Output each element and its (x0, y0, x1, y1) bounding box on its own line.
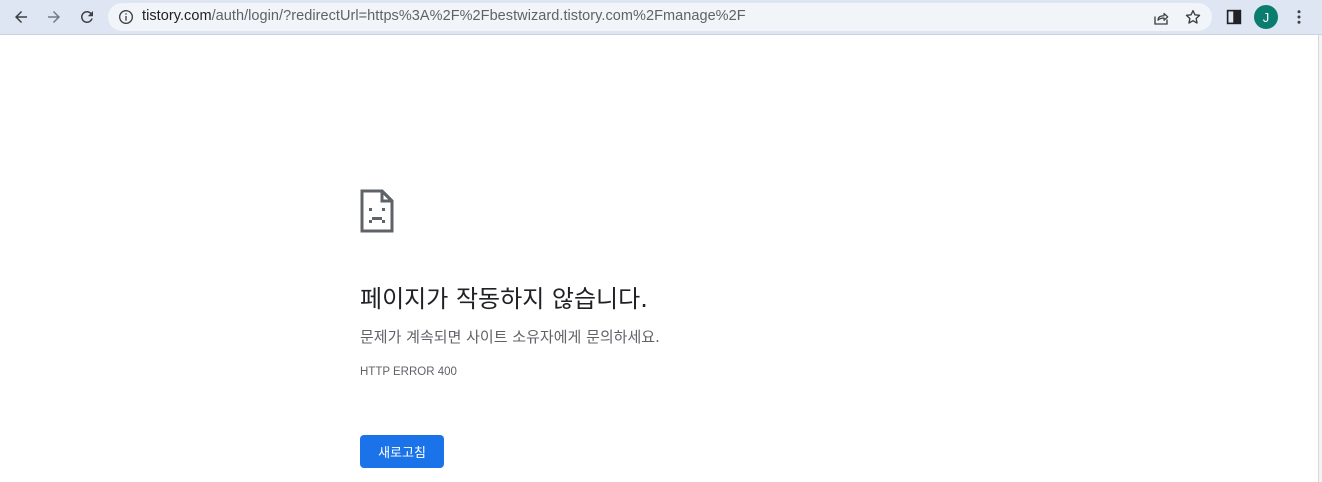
url-text[interactable]: tistory.com/auth/login/?redirectUrl=http… (142, 8, 746, 24)
url-host: tistory.com (142, 8, 212, 24)
error-title: 페이지가 작동하지 않습니다. (360, 285, 648, 313)
star-icon[interactable] (1184, 8, 1202, 26)
info-icon[interactable] (118, 9, 134, 25)
reload-button[interactable] (73, 4, 101, 30)
browser-toolbar: tistory.com/auth/login/?redirectUrl=http… (0, 0, 1322, 35)
error-description: 문제가 계속되면 사이트 소유자에게 문의하세요. (360, 328, 660, 346)
reload-icon (80, 10, 93, 23)
window-edge (1318, 35, 1322, 482)
arrow-right-icon (48, 11, 60, 23)
address-bar[interactable]: tistory.com/auth/login/?redirectUrl=http… (108, 3, 1212, 31)
share-icon[interactable] (1152, 9, 1170, 27)
profile-avatar[interactable]: J (1254, 5, 1278, 29)
forward-button[interactable] (40, 4, 68, 30)
more-vert-icon[interactable] (1290, 7, 1308, 27)
side-panel-icon[interactable] (1225, 8, 1243, 26)
sad-page-icon (360, 189, 394, 233)
error-page: 페이지가 작동하지 않습니다. 문제가 계속되면 사이트 소유자에게 문의하세요… (360, 35, 1060, 482)
reload-page-button[interactable]: 새로고침 (360, 435, 444, 468)
back-button[interactable] (7, 4, 35, 30)
error-code: HTTP ERROR 400 (360, 366, 457, 378)
url-path: /auth/login/?redirectUrl=https%3A%2F%2Fb… (211, 8, 746, 24)
arrow-left-icon (15, 11, 27, 23)
